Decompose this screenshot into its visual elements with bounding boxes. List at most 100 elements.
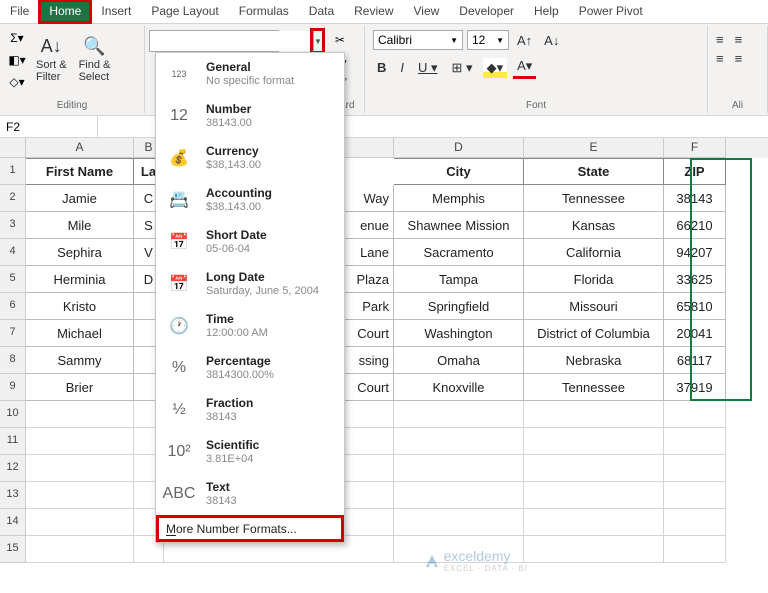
cell-D3[interactable]: Shawnee Mission	[394, 212, 524, 239]
fill-color-button[interactable]: ◆▾	[483, 58, 508, 78]
row-header-14[interactable]: 14	[0, 509, 26, 536]
cell-empty[interactable]	[524, 401, 664, 428]
menu-insert[interactable]: Insert	[91, 0, 141, 23]
row-header-15[interactable]: 15	[0, 536, 26, 563]
row-header-2[interactable]: 2	[0, 185, 26, 212]
cell-empty[interactable]	[394, 455, 524, 482]
format-option-number[interactable]: 12 Number 38143.00	[156, 95, 344, 137]
cell-empty[interactable]	[664, 536, 726, 563]
cell-empty[interactable]	[664, 482, 726, 509]
menu-help[interactable]: Help	[524, 0, 569, 23]
row-header-5[interactable]: 5	[0, 266, 26, 293]
menu-view[interactable]: View	[404, 0, 450, 23]
col-header-F[interactable]: F	[664, 138, 726, 158]
number-format-combo[interactable]: ▼	[149, 30, 279, 52]
cell-empty[interactable]	[664, 401, 726, 428]
cell-E7[interactable]: District of Columbia	[524, 320, 664, 347]
cell-E9[interactable]: Tennessee	[524, 374, 664, 401]
cell-E5[interactable]: Florida	[524, 266, 664, 293]
number-format-input[interactable]	[150, 31, 313, 51]
cell-D4[interactable]: Sacramento	[394, 239, 524, 266]
cell-empty[interactable]	[524, 509, 664, 536]
menu-page-layout[interactable]: Page Layout	[141, 0, 228, 23]
sort-filter-button[interactable]: A↓ Sort & Filter	[32, 28, 71, 92]
borders-button[interactable]: ⊞ ▾	[448, 58, 477, 78]
cell-F7[interactable]: 20041	[664, 320, 726, 347]
cell-E8[interactable]: Nebraska	[524, 347, 664, 374]
format-option-percentage[interactable]: % Percentage 3814300.00%	[156, 347, 344, 389]
find-select-button[interactable]: 🔍 Find & Select	[75, 28, 115, 92]
cell-empty[interactable]	[664, 428, 726, 455]
cell-D7[interactable]: Washington	[394, 320, 524, 347]
row-header-7[interactable]: 7	[0, 320, 26, 347]
cell-F4[interactable]: 94207	[664, 239, 726, 266]
cell-empty[interactable]	[26, 428, 134, 455]
header-cell-E[interactable]: State	[524, 158, 664, 185]
cell-empty[interactable]	[664, 509, 726, 536]
row-header-12[interactable]: 12	[0, 455, 26, 482]
cell-empty[interactable]	[524, 536, 664, 563]
cell-A4[interactable]: Sephira	[26, 239, 134, 266]
col-header-D[interactable]: D	[394, 138, 524, 158]
col-header-E[interactable]: E	[524, 138, 664, 158]
cell-empty[interactable]	[394, 482, 524, 509]
menu-home[interactable]: Home	[39, 0, 91, 23]
row-header-10[interactable]: 10	[0, 401, 26, 428]
more-number-formats-button[interactable]: More Number Formats...	[156, 515, 344, 542]
cell-F2[interactable]: 38143	[664, 185, 726, 212]
cell-D6[interactable]: Springfield	[394, 293, 524, 320]
row-header-8[interactable]: 8	[0, 347, 26, 374]
row-header-11[interactable]: 11	[0, 428, 26, 455]
format-option-general[interactable]: 123 General No specific format	[156, 53, 344, 95]
cell-empty[interactable]	[26, 536, 134, 563]
cell-A2[interactable]: Jamie	[26, 185, 134, 212]
menu-developer[interactable]: Developer	[449, 0, 524, 23]
align-center-button[interactable]: ≡	[731, 49, 747, 68]
cell-empty[interactable]	[524, 455, 664, 482]
cell-F3[interactable]: 66210	[664, 212, 726, 239]
menu-formulas[interactable]: Formulas	[229, 0, 299, 23]
cell-F8[interactable]: 68117	[664, 347, 726, 374]
cell-A5[interactable]: Herminia	[26, 266, 134, 293]
row-header-9[interactable]: 9	[0, 374, 26, 401]
menu-data[interactable]: Data	[299, 0, 344, 23]
font-color-button[interactable]: A▾	[513, 56, 536, 79]
menu-power-pivot[interactable]: Power Pivot	[569, 0, 653, 23]
cell-E3[interactable]: Kansas	[524, 212, 664, 239]
fill-button[interactable]: ◧▾	[6, 50, 28, 70]
cell-F6[interactable]: 65810	[664, 293, 726, 320]
cell-A8[interactable]: Sammy	[26, 347, 134, 374]
cell-E2[interactable]: Tennessee	[524, 185, 664, 212]
cell-empty[interactable]	[26, 401, 134, 428]
cut-icon[interactable]: ✂	[329, 30, 351, 50]
cell-D9[interactable]: Knoxville	[394, 374, 524, 401]
cell-E6[interactable]: Missouri	[524, 293, 664, 320]
row-header-4[interactable]: 4	[0, 239, 26, 266]
cell-empty[interactable]	[524, 482, 664, 509]
align-mid-button[interactable]: ≡	[731, 30, 747, 49]
autosum-button[interactable]: Σ▾	[6, 28, 28, 48]
cell-F5[interactable]: 33625	[664, 266, 726, 293]
row-header-3[interactable]: 3	[0, 212, 26, 239]
cell-empty[interactable]	[394, 401, 524, 428]
cell-empty[interactable]	[26, 509, 134, 536]
header-cell-D[interactable]: City	[394, 158, 524, 185]
cell-A3[interactable]: Mile	[26, 212, 134, 239]
font-name-combo[interactable]: Calibri▼	[373, 30, 463, 50]
increase-font-button[interactable]: A↑	[513, 31, 536, 50]
format-option-time[interactable]: 🕐 Time 12:00:00 AM	[156, 305, 344, 347]
format-option-long-date[interactable]: 📅 Long Date Saturday, June 5, 2004	[156, 263, 344, 305]
cell-empty[interactable]	[26, 482, 134, 509]
cell-D5[interactable]: Tampa	[394, 266, 524, 293]
select-all-corner[interactable]	[0, 138, 26, 158]
row-header-1[interactable]: 1	[0, 158, 26, 185]
underline-button[interactable]: U ▾	[414, 58, 442, 78]
decrease-font-button[interactable]: A↓	[540, 31, 563, 50]
cell-empty[interactable]	[664, 455, 726, 482]
cell-D2[interactable]: Memphis	[394, 185, 524, 212]
cell-empty[interactable]	[394, 509, 524, 536]
format-option-scientific[interactable]: 10² Scientific 3.81E+04	[156, 431, 344, 473]
cell-D8[interactable]: Omaha	[394, 347, 524, 374]
font-size-combo[interactable]: 12▼	[467, 30, 509, 50]
header-cell-A[interactable]: First Name	[26, 158, 134, 185]
